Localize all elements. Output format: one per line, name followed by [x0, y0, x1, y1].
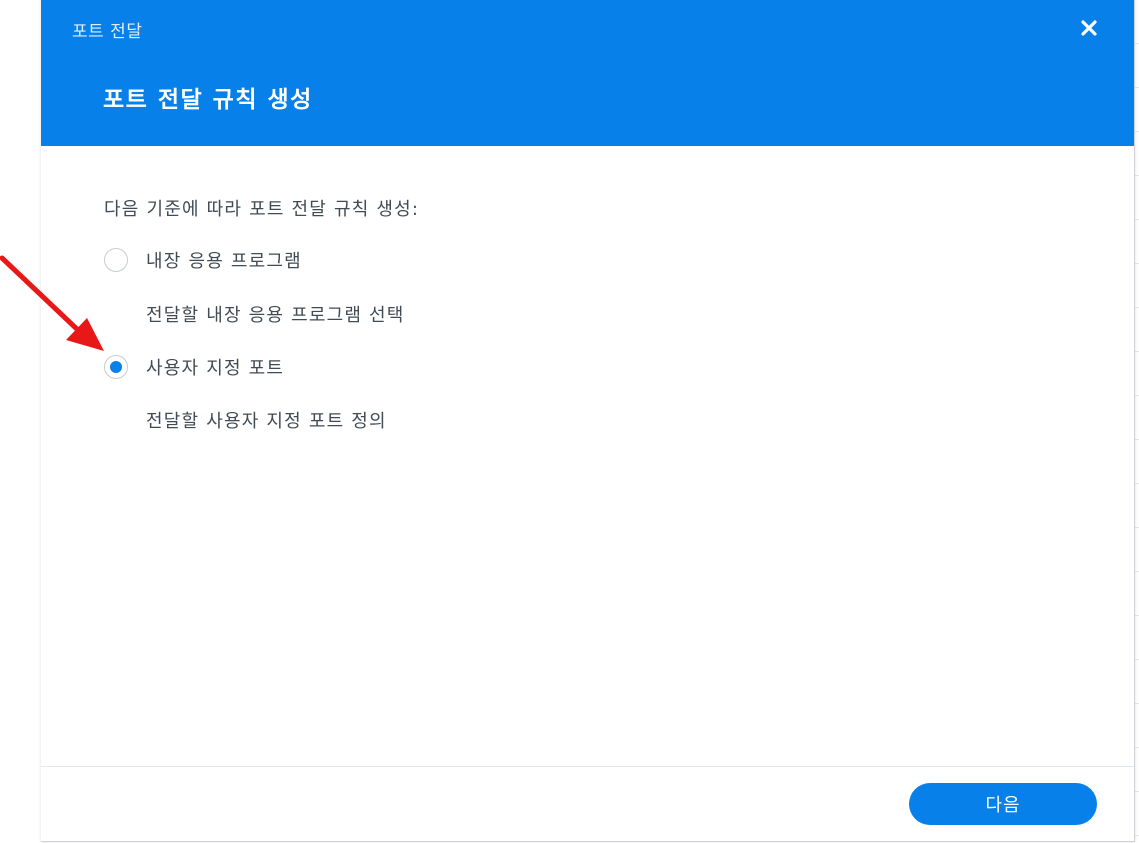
- dialog-header: 포트 전달 포트 전달 규칙 생성: [41, 0, 1134, 146]
- step-title: 포트 전달 규칙 생성: [103, 87, 313, 113]
- radio-option-builtin-app[interactable]: 내장 응용 프로그램: [104, 246, 302, 274]
- radio-label-custom-port: 사용자 지정 포트: [146, 358, 285, 379]
- port-forwarding-dialog: 포트 전달 포트 전달 규칙 생성 다음 기준에 따라 포트 전달 규칙 생성:…: [41, 0, 1135, 842]
- next-button[interactable]: 다음: [909, 783, 1097, 825]
- red-arrow-icon: [0, 255, 104, 351]
- builtin-app-description: 전달할 내장 응용 프로그램 선택: [146, 305, 405, 326]
- radio-label-builtin-app: 내장 응용 프로그램: [146, 251, 302, 272]
- close-button[interactable]: [1075, 14, 1103, 42]
- footer-divider: [41, 766, 1134, 767]
- close-icon: [1081, 20, 1097, 36]
- custom-port-description: 전달할 사용자 지정 포트 정의: [146, 411, 387, 432]
- dialog-body: 다음 기준에 따라 포트 전달 규칙 생성: 내장 응용 프로그램 전달할 내장…: [41, 146, 1134, 766]
- window-title: 포트 전달: [72, 22, 143, 42]
- radio-option-custom-port[interactable]: 사용자 지정 포트: [104, 353, 284, 381]
- instruction-text: 다음 기준에 따라 포트 전달 규칙 생성:: [104, 199, 420, 220]
